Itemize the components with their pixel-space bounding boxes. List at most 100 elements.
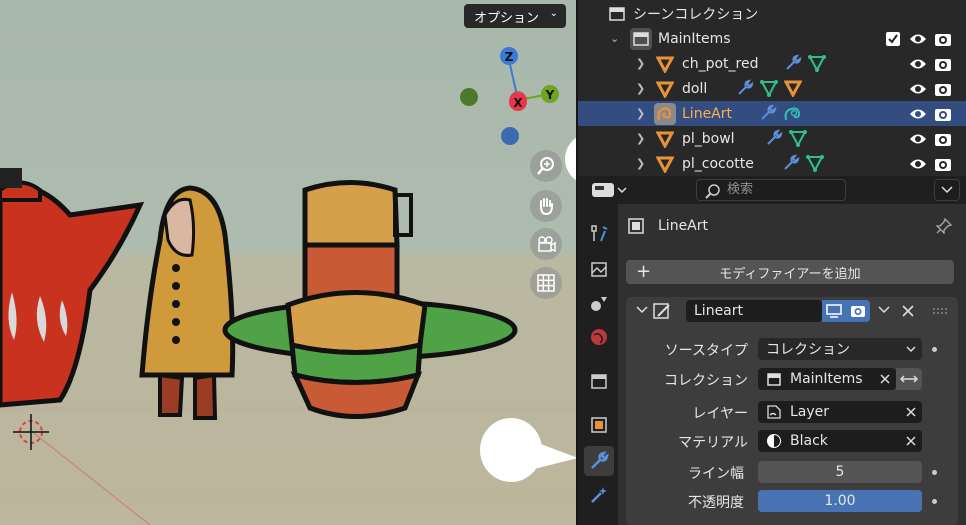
wrench-icon[interactable]: [784, 54, 802, 72]
tab-tool[interactable]: [584, 218, 614, 248]
chevron-down-icon[interactable]: [878, 306, 890, 314]
chevron-right-icon[interactable]: ❯: [636, 157, 645, 170]
sparkle-icon: [591, 487, 607, 503]
tab-object[interactable]: [584, 410, 614, 440]
checkbox-checked-icon[interactable]: [886, 31, 900, 46]
tab-modifiers[interactable]: [584, 446, 614, 476]
row-modifiers: [759, 104, 803, 122]
wrench-icon: [591, 451, 609, 469]
outliner-row-label: doll: [682, 80, 708, 97]
source-type-dropdown[interactable]: コレクション: [758, 338, 922, 360]
properties-editor: 検索 LineArt + モディファイアーを追加 Lineart ソースタイプ …: [578, 176, 966, 525]
mesh-triangle-icon: [656, 156, 674, 173]
camera-render-icon[interactable]: [934, 132, 952, 146]
row-modifiers: [736, 79, 802, 97]
mesh-triangle-icon: [656, 81, 674, 98]
layer-value: Layer: [790, 404, 830, 420]
material-field[interactable]: Black: [758, 430, 922, 452]
close-icon[interactable]: [880, 374, 890, 384]
line-width-value: 5: [835, 464, 845, 480]
add-modifier-button[interactable]: + モディファイアーを追加: [626, 260, 954, 284]
material-sphere-icon: [767, 434, 781, 448]
eye-icon[interactable]: [909, 57, 927, 71]
tab-render[interactable]: [584, 254, 614, 284]
callout-bubble: [480, 418, 542, 482]
camera-render-icon[interactable]: [934, 107, 952, 121]
chevron-right-icon[interactable]: ❯: [636, 132, 645, 145]
chevron-right-icon[interactable]: ❯: [636, 107, 645, 120]
keyframe-dot[interactable]: [932, 499, 937, 504]
wrench-icon[interactable]: [736, 79, 754, 97]
vertex-group-icon[interactable]: [789, 129, 807, 147]
vertex-group-icon[interactable]: [806, 154, 824, 172]
outliner-panel: シーンコレクション ⌄ MainItems ❯ ch_pot_red ❯ dol…: [578, 0, 966, 176]
collection-box-icon: [630, 27, 652, 50]
material-label: マテリアル: [678, 435, 748, 451]
chevron-down-icon: [906, 346, 916, 353]
swap-button[interactable]: [896, 368, 922, 390]
pin-icon[interactable]: [936, 218, 952, 234]
camera-render-icon[interactable]: [934, 82, 952, 96]
camera-render-icon[interactable]: [934, 32, 952, 46]
keyframe-dot[interactable]: [932, 470, 937, 475]
options-dropdown-button[interactable]: [934, 179, 960, 201]
outliner-row-pl-cocotte[interactable]: ❯ pl_cocotte: [578, 151, 966, 176]
wrench-icon[interactable]: [759, 104, 777, 122]
row-modifiers: [782, 154, 824, 172]
opacity-slider[interactable]: 1.00: [758, 490, 922, 512]
outliner-row-mainitems[interactable]: ⌄ MainItems: [578, 26, 966, 51]
source-type-label: ソースタイプ: [664, 343, 748, 359]
mesh-triangle-icon: [656, 56, 674, 73]
mesh-triangle-icon[interactable]: [784, 79, 802, 97]
outliner-row-pl-bowl[interactable]: ❯ pl_bowl: [578, 126, 966, 151]
tab-physics[interactable]: [584, 288, 614, 318]
layer-field[interactable]: Layer: [758, 401, 922, 423]
outliner-row-label: ch_pot_red: [682, 55, 759, 72]
chevron-right-icon[interactable]: ❯: [636, 57, 645, 70]
close-icon[interactable]: [906, 407, 916, 417]
camera-render-icon[interactable]: [934, 57, 952, 71]
drag-handle-icon[interactable]: [932, 307, 948, 315]
modifier-name-input[interactable]: Lineart: [686, 300, 822, 322]
wrench-icon[interactable]: [782, 154, 800, 172]
line-width-label: ライン幅: [688, 466, 744, 482]
chevron-down-icon[interactable]: [636, 306, 648, 314]
tab-world[interactable]: [584, 322, 614, 352]
collection-field[interactable]: MainItems: [758, 368, 896, 390]
properties-search-input[interactable]: 検索: [696, 179, 846, 201]
outliner-row-label: MainItems: [658, 30, 731, 47]
close-icon[interactable]: [902, 305, 914, 317]
eye-icon[interactable]: [909, 82, 927, 96]
eye-icon[interactable]: [909, 32, 927, 46]
editor-divider[interactable]: [576, 0, 578, 525]
search-placeholder: 検索: [727, 182, 754, 197]
properties-header: 検索: [578, 176, 966, 204]
show-in-viewport-toggle[interactable]: [822, 300, 846, 322]
outliner-row-lineart[interactable]: ❯ LineArt: [578, 101, 966, 126]
wrench-icon[interactable]: [765, 129, 783, 147]
keyframe-dot[interactable]: [932, 347, 937, 352]
eye-icon[interactable]: [909, 107, 927, 121]
eye-icon[interactable]: [909, 132, 927, 146]
show-in-render-toggle[interactable]: [846, 300, 870, 322]
vertex-group-icon[interactable]: [808, 54, 826, 72]
vertex-group-icon[interactable]: [760, 79, 778, 97]
chevron-down-icon[interactable]: ⌄: [610, 32, 619, 45]
tab-collection[interactable]: [584, 366, 614, 396]
tool-icon: [591, 225, 608, 242]
render-icon: [591, 262, 607, 277]
camera-render-icon[interactable]: [934, 157, 952, 171]
chevron-right-icon[interactable]: ❯: [636, 82, 645, 95]
close-icon[interactable]: [906, 436, 916, 446]
stroke-data-icon[interactable]: [783, 104, 803, 122]
line-width-slider[interactable]: 5: [758, 461, 922, 483]
mesh-triangle-icon: [656, 131, 674, 148]
scene-collection-row[interactable]: シーンコレクション: [578, 1, 966, 26]
chevron-down-icon: [941, 186, 953, 194]
eye-icon[interactable]: [909, 157, 927, 171]
tab-effects[interactable]: [584, 480, 614, 510]
outliner-row-doll[interactable]: ❯ doll: [578, 76, 966, 101]
editor-type-dropdown[interactable]: [590, 180, 628, 200]
object-icon: [628, 218, 644, 234]
outliner-row-ch-pot-red[interactable]: ❯ ch_pot_red: [578, 51, 966, 76]
